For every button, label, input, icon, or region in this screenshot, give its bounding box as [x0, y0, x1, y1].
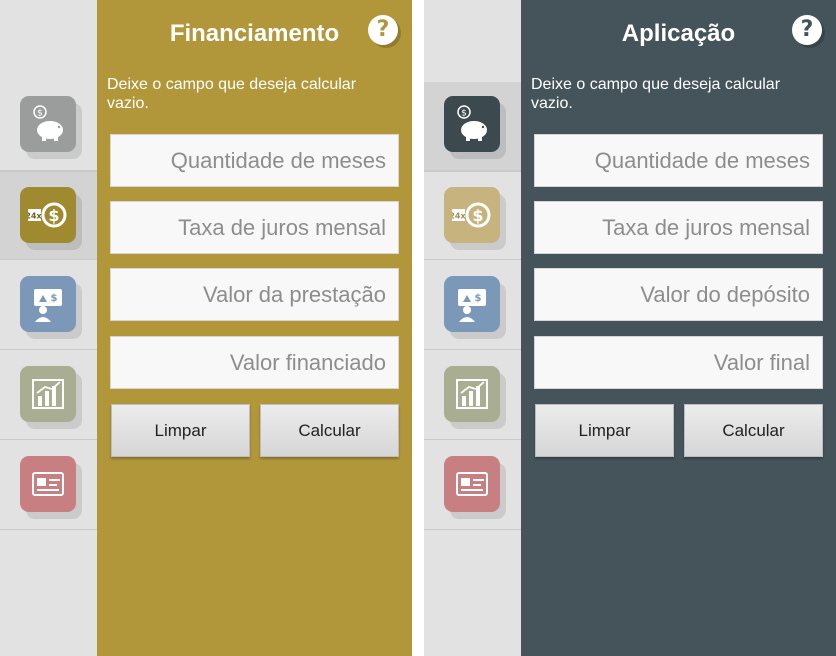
final-value-input[interactable]	[534, 336, 823, 389]
sidebar-item-piggy-bank[interactable]: $	[424, 82, 521, 171]
installments-24x-icon: $24x	[20, 187, 76, 243]
deposit-value-input[interactable]	[534, 268, 823, 321]
financiamento-screen: $ $24x $ Financiamento ? Deixe o campo q…	[0, 0, 412, 656]
installment-value-input[interactable]	[110, 268, 399, 321]
page-title: Aplicação	[621, 20, 736, 47]
sidebar-item-chart[interactable]	[424, 351, 521, 440]
installments-24x-icon: $24x	[444, 187, 500, 243]
presentation-money-icon: $	[20, 276, 76, 332]
credit-card-icon	[444, 456, 500, 512]
sidebar-item-piggy-bank[interactable]: $	[0, 82, 97, 171]
svg-text:$: $	[37, 109, 43, 119]
svg-text:$: $	[51, 293, 58, 304]
sidebar-item-installments[interactable]: $24x	[0, 171, 97, 260]
page-title: Financiamento	[169, 20, 340, 47]
svg-text:24x: 24x	[452, 212, 466, 221]
presentation-money-icon: $	[444, 276, 500, 332]
calculate-button[interactable]: Calcular	[684, 404, 823, 457]
calculate-button[interactable]: Calcular	[260, 404, 399, 457]
question-mark-icon: ?	[800, 17, 814, 42]
instructions-text: Deixe o campo que deseja calcular vazio.	[531, 76, 781, 112]
piggy-bank-icon: $	[20, 96, 76, 152]
clear-button[interactable]: Limpar	[535, 404, 674, 457]
monthly-rate-input[interactable]	[110, 201, 399, 254]
svg-text:24x: 24x	[28, 212, 42, 221]
monthly-rate-input[interactable]	[534, 201, 823, 254]
bar-chart-icon	[444, 366, 500, 422]
sidebar-item-presentation[interactable]: $	[0, 261, 97, 350]
months-input[interactable]	[534, 134, 823, 187]
months-input[interactable]	[110, 134, 399, 187]
sidebar-item-chart[interactable]	[0, 351, 97, 440]
svg-text:$: $	[48, 206, 59, 225]
instructions-text: Deixe o campo que deseja calcular vazio.	[107, 76, 357, 112]
sidebar-item-installments[interactable]: $24x	[424, 171, 521, 260]
calculator-panel: Aplicação ? Deixe o campo que deseja cal…	[521, 0, 836, 656]
financed-value-input[interactable]	[110, 336, 399, 389]
sidebar-item-card[interactable]	[0, 441, 97, 530]
sidebar: $ $24x $	[424, 0, 521, 656]
piggy-bank-icon: $	[444, 96, 500, 152]
help-button[interactable]: ?	[792, 15, 822, 45]
sidebar: $ $24x $	[0, 0, 97, 656]
svg-text:$: $	[475, 293, 482, 304]
sidebar-item-card[interactable]	[424, 441, 521, 530]
svg-text:$: $	[461, 109, 467, 119]
svg-text:$: $	[472, 206, 483, 225]
credit-card-icon	[20, 456, 76, 512]
question-mark-icon: ?	[376, 17, 390, 42]
aplicacao-screen: $ $24x $ Aplicação ? Deixe o campo que d…	[424, 0, 836, 656]
sidebar-item-presentation[interactable]: $	[424, 261, 521, 350]
bar-chart-icon	[20, 366, 76, 422]
clear-button[interactable]: Limpar	[111, 404, 250, 457]
help-button[interactable]: ?	[368, 15, 398, 45]
calculator-panel: Financiamento ? Deixe o campo que deseja…	[97, 0, 412, 656]
